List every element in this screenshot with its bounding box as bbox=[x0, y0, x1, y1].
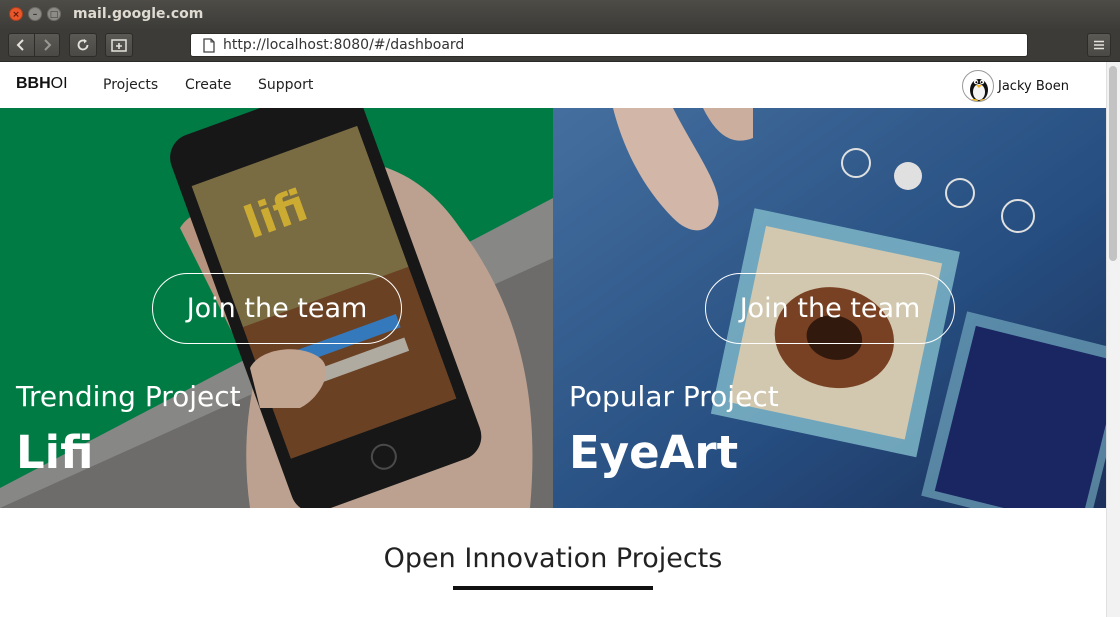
history-nav-group bbox=[8, 33, 60, 57]
back-button[interactable] bbox=[9, 34, 34, 56]
app-navbar: BBHOI Projects Create Support Jacky Boen bbox=[0, 62, 1106, 108]
forward-icon bbox=[44, 39, 52, 51]
nav-support-link[interactable]: Support bbox=[258, 77, 313, 93]
url-text[interactable]: http://localhost:8080/#/dashboard bbox=[223, 37, 464, 53]
nav-create-link[interactable]: Create bbox=[185, 77, 232, 93]
new-tab-button[interactable] bbox=[105, 33, 133, 57]
page-icon bbox=[203, 37, 215, 53]
browser-toolbar: http://localhost:8080/#/dashboard bbox=[0, 29, 1120, 62]
hero-project-name[interactable]: EyeArt bbox=[569, 426, 738, 479]
window-title: mail.google.com bbox=[73, 6, 204, 22]
hero-kicker: Trending Project bbox=[16, 380, 241, 413]
section-divider bbox=[453, 586, 653, 590]
reload-icon bbox=[77, 39, 89, 51]
user-name: Jacky Boen bbox=[998, 78, 1069, 94]
scrollbar-thumb[interactable] bbox=[1109, 66, 1117, 261]
penguin-avatar-icon bbox=[962, 70, 994, 102]
hero-trending-project[interactable]: lifi Join the team Trending Project Lifi bbox=[0, 108, 553, 508]
user-menu[interactable]: Jacky Boen bbox=[962, 70, 1069, 102]
window-minimize-button[interactable]: – bbox=[28, 7, 42, 21]
window-close-button[interactable]: × bbox=[9, 7, 23, 21]
page-viewport: BBHOI Projects Create Support Jacky Boen bbox=[0, 62, 1106, 617]
join-team-button[interactable]: Join the team bbox=[705, 273, 955, 344]
nav-projects-link[interactable]: Projects bbox=[103, 77, 158, 93]
browser-menu-button[interactable] bbox=[1087, 33, 1111, 57]
forward-button[interactable] bbox=[35, 34, 60, 56]
window-titlebar: × – □ mail.google.com bbox=[0, 0, 1120, 29]
hero-kicker: Popular Project bbox=[569, 380, 779, 413]
reload-button[interactable] bbox=[69, 33, 97, 57]
brand-bold: BBH bbox=[16, 75, 51, 92]
window-maximize-button[interactable]: □ bbox=[47, 7, 61, 21]
section-title: Open Innovation Projects bbox=[383, 543, 723, 574]
hero-popular-project[interactable]: Join the team Popular Project EyeArt bbox=[553, 108, 1106, 508]
address-bar[interactable]: http://localhost:8080/#/dashboard bbox=[190, 33, 1028, 57]
brand-rest: OI bbox=[50, 75, 68, 92]
brand-logo[interactable]: BBHOI bbox=[16, 75, 68, 93]
back-icon bbox=[16, 39, 24, 51]
join-team-button[interactable]: Join the team bbox=[152, 273, 402, 344]
hero-project-name[interactable]: Lifi bbox=[16, 426, 93, 479]
new-tab-icon bbox=[111, 39, 127, 52]
menu-icon bbox=[1094, 40, 1104, 50]
